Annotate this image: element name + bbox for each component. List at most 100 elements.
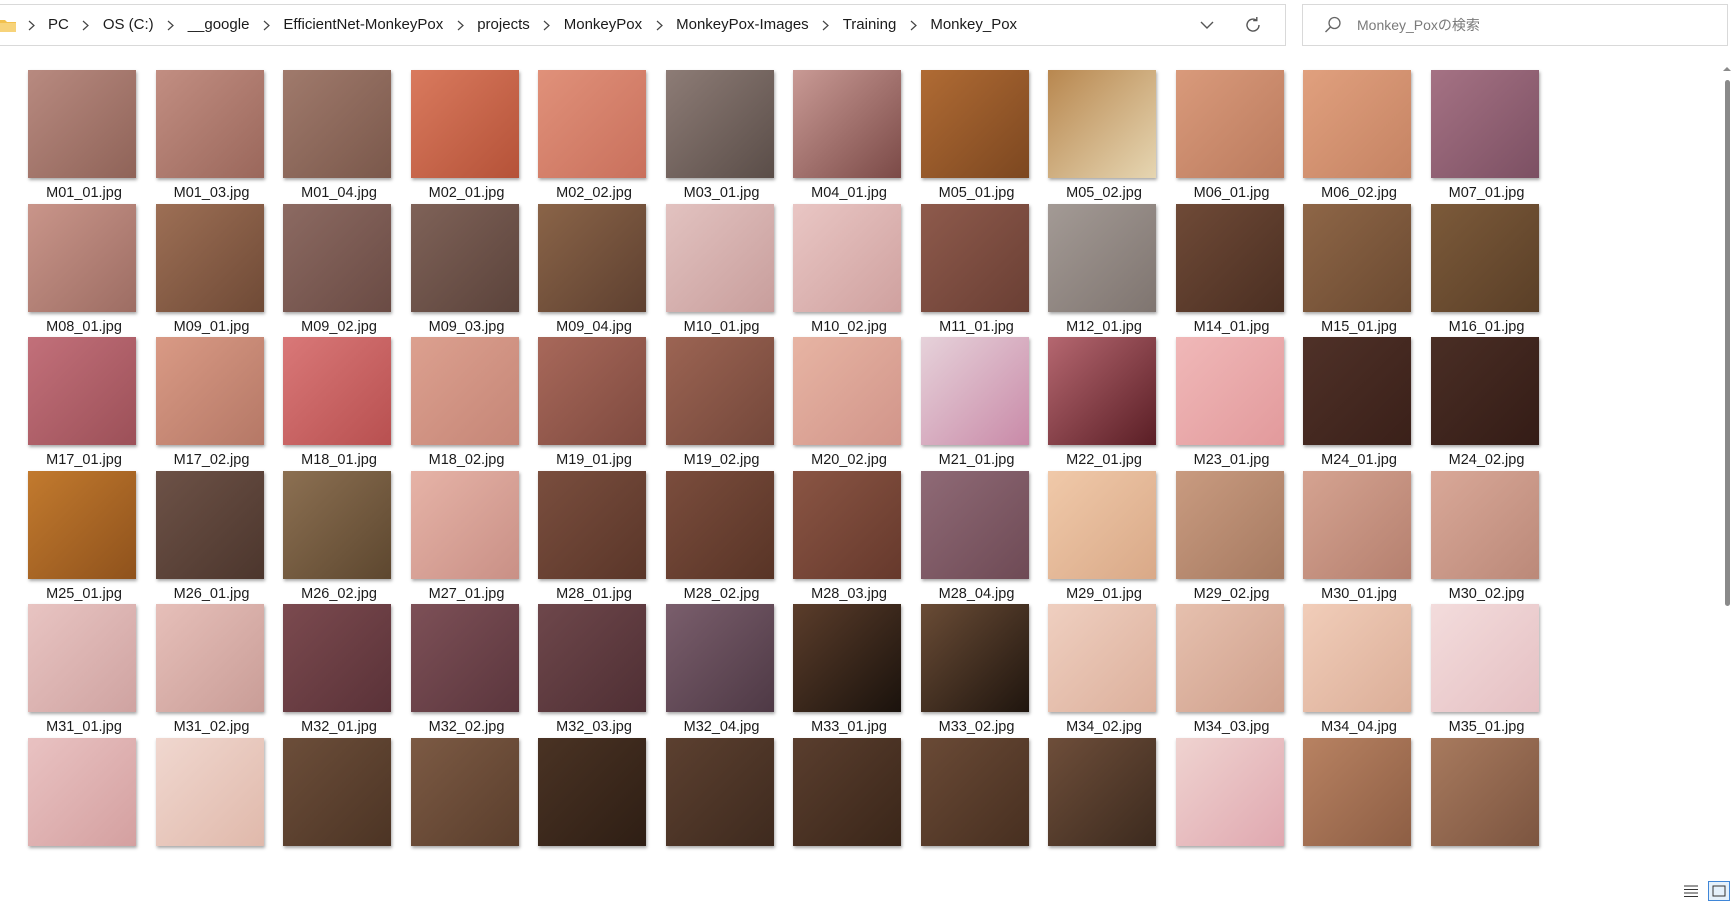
image-thumbnail[interactable]	[665, 470, 774, 579]
file-item[interactable]: M34_03.jpg	[1144, 586, 1284, 735]
file-item[interactable]: M01_03.jpg	[124, 58, 264, 201]
image-thumbnail[interactable]	[1303, 470, 1411, 579]
breadcrumb-item[interactable]: PC	[42, 10, 75, 40]
scrollbar-thumb[interactable]	[1725, 80, 1730, 606]
image-thumbnail[interactable]	[793, 738, 901, 846]
image-thumbnail[interactable]	[155, 70, 264, 178]
image-thumbnail[interactable]	[665, 604, 774, 713]
image-thumbnail[interactable]	[538, 70, 646, 178]
image-thumbnail[interactable]	[283, 70, 391, 178]
file-item[interactable]	[889, 720, 1029, 860]
file-item[interactable]: M05_01.jpg	[889, 58, 1029, 201]
file-item[interactable]: M09_03.jpg	[379, 186, 519, 335]
file-item[interactable]: M19_01.jpg	[506, 319, 646, 468]
file-item[interactable]: M02_02.jpg	[506, 58, 646, 201]
chevron-right-icon[interactable]	[902, 4, 924, 46]
file-item[interactable]: M21_01.jpg	[889, 319, 1029, 468]
file-item[interactable]: M24_01.jpg	[1271, 319, 1411, 468]
image-thumbnail[interactable]	[283, 203, 391, 312]
image-thumbnail[interactable]	[1175, 604, 1284, 713]
file-item[interactable]: M11_01.jpg	[889, 186, 1029, 335]
image-thumbnail[interactable]	[283, 470, 391, 579]
file-item[interactable]: M17_02.jpg	[124, 319, 264, 468]
file-item[interactable]: M08_01.jpg	[0, 186, 136, 335]
image-thumbnail[interactable]	[28, 70, 136, 178]
image-thumbnail[interactable]	[1048, 337, 1156, 446]
file-item[interactable]: M26_02.jpg	[251, 453, 391, 602]
image-thumbnail[interactable]	[410, 604, 519, 713]
chevron-down-icon[interactable]	[1187, 5, 1227, 45]
image-thumbnail[interactable]	[410, 70, 519, 178]
file-item[interactable]	[761, 720, 901, 860]
image-thumbnail[interactable]	[1048, 738, 1156, 846]
image-thumbnail[interactable]	[1303, 337, 1411, 446]
file-item[interactable]: M09_01.jpg	[124, 186, 264, 335]
breadcrumb-item[interactable]: MonkeyPox	[558, 10, 648, 40]
breadcrumb-item[interactable]: EfficientNet-MonkeyPox	[277, 10, 449, 40]
file-item[interactable]: M32_04.jpg	[634, 586, 774, 735]
breadcrumb-item[interactable]: MonkeyPox-Images	[670, 10, 815, 40]
image-thumbnail[interactable]	[538, 470, 646, 579]
image-thumbnail[interactable]	[1048, 70, 1156, 178]
breadcrumb-item[interactable]: OS (C:)	[97, 10, 160, 40]
file-item[interactable]: M29_02.jpg	[1144, 453, 1284, 602]
file-item[interactable]	[506, 720, 646, 860]
file-item[interactable]: M06_01.jpg	[1144, 58, 1284, 201]
image-thumbnail[interactable]	[920, 604, 1029, 713]
image-thumbnail[interactable]	[665, 738, 774, 846]
file-item[interactable]: M16_01.jpg	[1399, 186, 1539, 335]
image-thumbnail[interactable]	[1303, 70, 1411, 178]
file-item[interactable]: M24_02.jpg	[1399, 319, 1539, 468]
file-item[interactable]: M35_01.jpg	[1399, 586, 1539, 735]
file-item[interactable]: M03_01.jpg	[634, 58, 774, 201]
vertical-scrollbar[interactable]	[1719, 62, 1735, 882]
image-thumbnail[interactable]	[665, 337, 774, 446]
image-thumbnail[interactable]	[665, 70, 774, 178]
image-thumbnail[interactable]	[1175, 337, 1284, 446]
image-thumbnail[interactable]	[283, 337, 391, 446]
file-item[interactable]	[634, 720, 774, 860]
breadcrumb-item[interactable]: projects	[471, 10, 536, 40]
image-thumbnail[interactable]	[1175, 738, 1284, 846]
file-item[interactable]: M29_01.jpg	[1016, 453, 1156, 602]
image-thumbnail[interactable]	[283, 738, 391, 846]
image-thumbnail[interactable]	[410, 738, 519, 846]
file-item[interactable]: M31_02.jpg	[124, 586, 264, 735]
file-item[interactable]: M10_02.jpg	[761, 186, 901, 335]
file-item[interactable]: M27_01.jpg	[379, 453, 519, 602]
chevron-right-icon[interactable]	[815, 4, 837, 46]
file-item[interactable]: M18_01.jpg	[251, 319, 391, 468]
file-item[interactable]: M14_01.jpg	[1144, 186, 1284, 335]
file-item[interactable]: M19_02.jpg	[634, 319, 774, 468]
image-thumbnail[interactable]	[793, 70, 901, 178]
image-thumbnail[interactable]	[28, 337, 136, 446]
image-thumbnail[interactable]	[155, 203, 264, 312]
image-thumbnail[interactable]	[1430, 470, 1539, 579]
file-item[interactable]: M30_02.jpg	[1399, 453, 1539, 602]
image-thumbnail[interactable]	[1175, 470, 1284, 579]
scroll-up-icon[interactable]	[1722, 64, 1732, 74]
image-thumbnail[interactable]	[1303, 203, 1411, 312]
image-thumbnail[interactable]	[1175, 70, 1284, 178]
image-thumbnail[interactable]	[28, 203, 136, 312]
image-thumbnail[interactable]	[793, 604, 901, 713]
file-item[interactable]	[379, 720, 519, 860]
file-item[interactable]: M15_01.jpg	[1271, 186, 1411, 335]
file-item[interactable]	[1271, 720, 1411, 860]
file-item[interactable]: M28_04.jpg	[889, 453, 1029, 602]
file-item[interactable]: M04_01.jpg	[761, 58, 901, 201]
file-item[interactable]: M25_01.jpg	[0, 453, 136, 602]
image-thumbnail[interactable]	[538, 604, 646, 713]
file-item[interactable]: M34_04.jpg	[1271, 586, 1411, 735]
image-thumbnail[interactable]	[793, 337, 901, 446]
file-item[interactable]: M26_01.jpg	[124, 453, 264, 602]
chevron-right-icon[interactable]	[20, 4, 42, 46]
file-item[interactable]: M32_01.jpg	[251, 586, 391, 735]
file-item[interactable]	[1399, 720, 1539, 860]
file-item[interactable]: M34_02.jpg	[1016, 586, 1156, 735]
chevron-right-icon[interactable]	[449, 4, 471, 46]
file-item[interactable]: M28_01.jpg	[506, 453, 646, 602]
image-thumbnail[interactable]	[155, 604, 264, 713]
image-thumbnail[interactable]	[283, 604, 391, 713]
file-item[interactable]: M32_02.jpg	[379, 586, 519, 735]
